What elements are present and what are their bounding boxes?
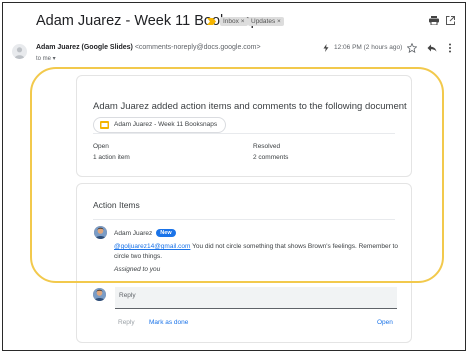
reply-icon[interactable] (427, 44, 437, 52)
lightning-icon (323, 44, 329, 52)
label-updates[interactable]: Updates × (248, 17, 284, 26)
reply-input[interactable]: Reply (115, 287, 397, 309)
star-icon[interactable] (407, 43, 417, 53)
open-in-new-icon[interactable] (446, 16, 455, 25)
reply-avatar (93, 288, 106, 301)
recipient-dropdown[interactable]: to me ▾ (36, 55, 56, 62)
avatar (12, 44, 27, 59)
assigned-note: Assigned to you (114, 266, 161, 273)
open-button[interactable]: Open (377, 319, 393, 326)
open-count: 1 action item (93, 154, 130, 161)
commenter: Adam Juarez New (114, 229, 176, 237)
print-icon[interactable] (429, 16, 439, 25)
resolved-label: Resolved (253, 143, 281, 150)
person-icon (93, 288, 106, 301)
person-icon (14, 47, 25, 59)
document-chip[interactable]: Adam Juarez - Week 11 Booksnaps (93, 117, 227, 133)
divider (93, 133, 395, 134)
new-badge: New (156, 229, 176, 237)
notification-title: Adam Juarez added action items and comme… (93, 101, 407, 112)
open-label: Open (93, 143, 109, 150)
resolved-count: 2 comments (253, 154, 289, 161)
reply-button[interactable]: Reply (118, 319, 135, 326)
person-icon (94, 226, 107, 239)
more-vert-icon[interactable] (448, 43, 452, 53)
sender-name: Adam Juarez (Google Slides) (36, 44, 133, 51)
important-marker-icon[interactable] (207, 18, 216, 25)
mark-as-done-button[interactable]: Mark as done (149, 319, 188, 326)
email-timestamp: 12:06 PM (2 hours ago) (334, 44, 403, 51)
document-name: Adam Juarez - Week 11 Booksnaps (114, 121, 218, 128)
mention-link[interactable]: @goljuarez14@gmail.com (114, 243, 190, 250)
commenter-avatar (94, 226, 107, 239)
slides-doc-icon (100, 121, 109, 129)
email-view: Adam Juarez - Week 11 Booksnaps Inbox × … (2, 2, 466, 351)
reply-placeholder: Reply (119, 292, 136, 299)
comment-text: @goljuarez14@gmail.com You did not circl… (114, 242, 399, 262)
label-inbox[interactable]: Inbox × (220, 17, 248, 26)
sender: Adam Juarez (Google Slides) <comments-no… (36, 44, 261, 51)
notification-card: Adam Juarez added action items and comme… (76, 75, 412, 177)
sender-email: <comments-noreply@docs.google.com> (134, 44, 261, 51)
divider (93, 219, 395, 220)
action-items-title: Action Items (93, 200, 140, 210)
commenter-name: Adam Juarez (114, 230, 153, 237)
